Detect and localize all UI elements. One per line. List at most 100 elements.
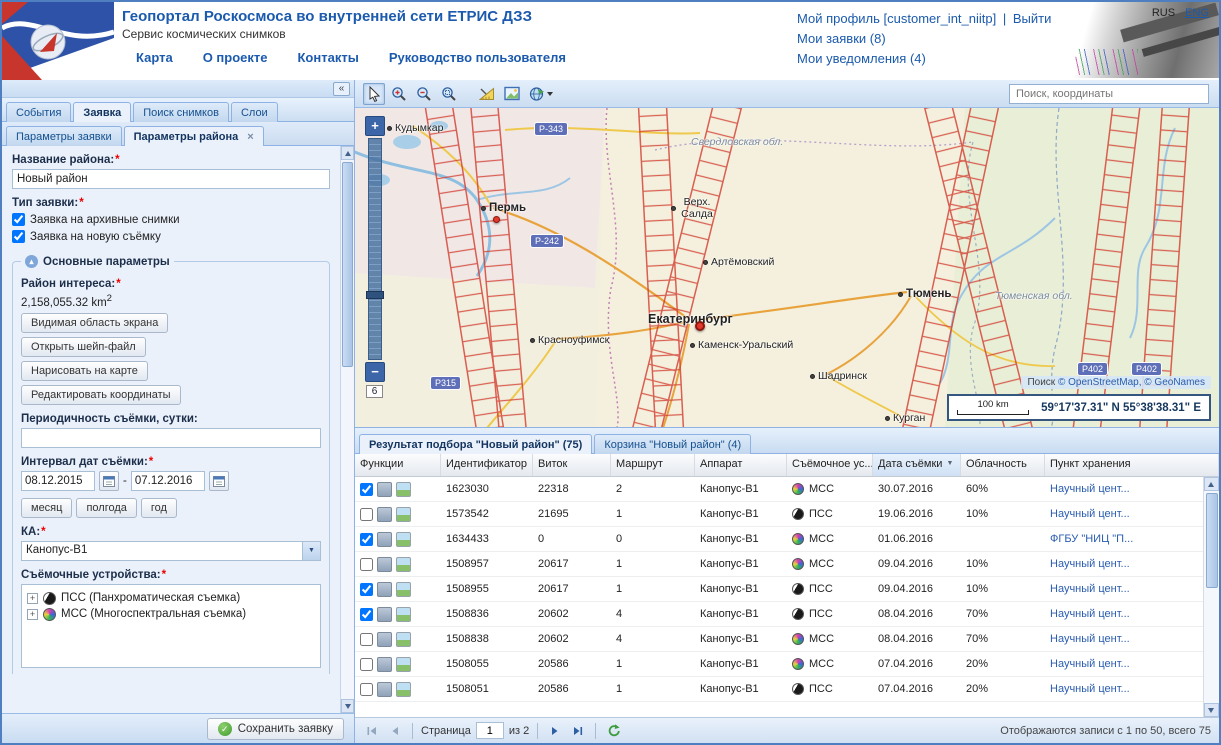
edit-coordinates-button[interactable]: Редактировать координаты bbox=[21, 385, 181, 405]
nav-about[interactable]: О проекте bbox=[203, 50, 268, 65]
row-select-checkbox[interactable] bbox=[360, 583, 373, 596]
column-identifier[interactable]: Идентификатор bbox=[441, 454, 533, 476]
osm-attribution-link[interactable]: © OpenStreetMap, bbox=[1058, 377, 1142, 388]
preview-icon[interactable] bbox=[396, 632, 411, 647]
my-notifications-link[interactable]: Мои уведомления (4) bbox=[797, 49, 926, 69]
scrollbar-thumb[interactable] bbox=[1206, 493, 1218, 588]
tab-layers[interactable]: Слои bbox=[231, 102, 278, 122]
table-row[interactable]: 1508051 20586 1 Канопус-В1 ПСС 07.04.201… bbox=[355, 677, 1203, 702]
archive-images-option[interactable]: Заявка на архивные снимки bbox=[12, 213, 330, 226]
metadata-icon[interactable] bbox=[377, 532, 392, 547]
tab-request[interactable]: Заявка bbox=[73, 102, 131, 122]
cell-storage-link[interactable]: Научный цент... bbox=[1045, 633, 1203, 645]
page-number-input[interactable] bbox=[476, 722, 504, 739]
metadata-icon[interactable] bbox=[377, 682, 392, 697]
zoom-slider-thumb[interactable] bbox=[366, 291, 384, 299]
archive-images-checkbox[interactable] bbox=[12, 213, 25, 226]
scroll-down-button[interactable] bbox=[341, 699, 354, 713]
save-request-button[interactable]: ✓ Сохранить заявку bbox=[207, 718, 344, 740]
tab-events[interactable]: События bbox=[6, 102, 71, 122]
geonames-attribution-link[interactable]: © GeoNames bbox=[1144, 377, 1205, 388]
column-cloudiness[interactable]: Облачность bbox=[961, 454, 1045, 476]
row-select-checkbox[interactable] bbox=[360, 533, 373, 546]
cell-storage-link[interactable]: Научный цент... bbox=[1045, 508, 1203, 520]
cell-storage-link[interactable]: ФГБУ "НИЦ "П... bbox=[1045, 533, 1203, 545]
swath-grid-tool-button[interactable] bbox=[501, 83, 523, 105]
row-select-checkbox[interactable] bbox=[360, 683, 373, 696]
metadata-icon[interactable] bbox=[377, 557, 392, 572]
draw-on-map-button[interactable]: Нарисовать на карте bbox=[21, 361, 148, 381]
expand-icon[interactable]: + bbox=[27, 593, 38, 604]
open-shapefile-button[interactable]: Открыть шейп-файл bbox=[21, 337, 146, 357]
preview-icon[interactable] bbox=[396, 682, 411, 697]
row-select-checkbox[interactable] bbox=[360, 558, 373, 571]
map-view[interactable]: Кудымкар Пермь Верх. Салда Артёмовский Е… bbox=[355, 108, 1219, 428]
zoom-out-tool-button[interactable] bbox=[413, 83, 435, 105]
cell-storage-link[interactable]: Научный цент... bbox=[1045, 683, 1203, 695]
column-sensor[interactable]: Съёмочное ус... bbox=[787, 454, 873, 476]
zoom-slider[interactable] bbox=[368, 138, 382, 360]
preview-icon[interactable] bbox=[396, 482, 411, 497]
row-select-checkbox[interactable] bbox=[360, 658, 373, 671]
row-select-checkbox[interactable] bbox=[360, 608, 373, 621]
grid-scrollbar[interactable] bbox=[1203, 477, 1219, 717]
zoom-out-button[interactable]: − bbox=[365, 362, 385, 382]
halfyear-shortcut-button[interactable]: полгода bbox=[76, 498, 136, 518]
ekaterinburg-marker[interactable] bbox=[695, 321, 705, 331]
first-page-button[interactable] bbox=[363, 722, 381, 740]
zoom-in-tool-button[interactable] bbox=[388, 83, 410, 105]
periodicity-input[interactable] bbox=[21, 428, 321, 448]
tab-search-results[interactable]: Результат подбора "Новый район" (75) bbox=[359, 434, 592, 454]
spacecraft-select[interactable]: Канопус-В1 ▼ bbox=[21, 541, 321, 561]
next-page-button[interactable] bbox=[546, 722, 564, 740]
table-row[interactable]: 1508957 20617 1 Канопус-В1 МСС 09.04.201… bbox=[355, 552, 1203, 577]
cell-storage-link[interactable]: Научный цент... bbox=[1045, 583, 1203, 595]
sidebar-scrollbar[interactable] bbox=[340, 146, 354, 713]
profile-link[interactable]: Мой профиль [customer_int_niitp] bbox=[797, 9, 996, 29]
subtab-request-params[interactable]: Параметры заявки bbox=[6, 126, 122, 146]
metadata-icon[interactable] bbox=[377, 632, 392, 647]
map-search-input[interactable] bbox=[1009, 84, 1209, 104]
select-tool-button[interactable] bbox=[363, 83, 385, 105]
column-satellite[interactable]: Аппарат bbox=[695, 454, 787, 476]
nav-map[interactable]: Карта bbox=[136, 50, 173, 65]
refresh-icon[interactable] bbox=[604, 722, 622, 740]
nav-contacts[interactable]: Контакты bbox=[298, 50, 359, 65]
my-requests-link[interactable]: Мои заявки (8) bbox=[797, 29, 886, 49]
date-to-input[interactable] bbox=[131, 471, 205, 491]
new-survey-checkbox[interactable] bbox=[12, 230, 25, 243]
column-date-sorted[interactable]: Дата съёмки▼ bbox=[873, 454, 961, 476]
preview-icon[interactable] bbox=[396, 657, 411, 672]
logout-link[interactable]: Выйти bbox=[1013, 9, 1052, 29]
table-row[interactable]: 1508055 20586 1 Канопус-В1 МСС 07.04.201… bbox=[355, 652, 1203, 677]
tab-cart[interactable]: Корзина "Новый район" (4) bbox=[594, 434, 751, 454]
cell-storage-link[interactable]: Научный цент... bbox=[1045, 558, 1203, 570]
prev-page-button[interactable] bbox=[386, 722, 404, 740]
close-icon[interactable]: × bbox=[247, 131, 253, 143]
table-row[interactable]: 1508836 20602 4 Канопус-В1 ПСС 08.04.201… bbox=[355, 602, 1203, 627]
column-orbit[interactable]: Виток bbox=[533, 454, 611, 476]
table-row[interactable]: 1508955 20617 1 Канопус-В1 ПСС 09.04.201… bbox=[355, 577, 1203, 602]
cell-storage-link[interactable]: Научный цент... bbox=[1045, 608, 1203, 620]
metadata-icon[interactable] bbox=[377, 657, 392, 672]
metadata-icon[interactable] bbox=[377, 507, 392, 522]
metadata-icon[interactable] bbox=[377, 582, 392, 597]
date-to-calendar-button[interactable] bbox=[209, 471, 229, 491]
month-shortcut-button[interactable]: месяц bbox=[21, 498, 72, 518]
chevron-down-icon[interactable]: ▼ bbox=[302, 542, 320, 560]
perm-marker[interactable] bbox=[493, 216, 500, 223]
scroll-down-button[interactable] bbox=[1204, 703, 1219, 717]
year-shortcut-button[interactable]: год bbox=[141, 498, 177, 518]
preview-icon[interactable] bbox=[396, 507, 411, 522]
metadata-icon[interactable] bbox=[377, 482, 392, 497]
cell-storage-link[interactable]: Научный цент... bbox=[1045, 483, 1203, 495]
scroll-up-button[interactable] bbox=[341, 146, 354, 160]
measure-tool-button[interactable] bbox=[476, 83, 498, 105]
metadata-icon[interactable] bbox=[377, 607, 392, 622]
preview-icon[interactable] bbox=[396, 532, 411, 547]
column-storage[interactable]: Пункт хранения bbox=[1045, 454, 1219, 476]
expand-icon[interactable]: + bbox=[27, 609, 38, 620]
cell-storage-link[interactable]: Научный цент... bbox=[1045, 658, 1203, 670]
table-row[interactable]: 1623030 22318 2 Канопус-В1 МСС 30.07.201… bbox=[355, 477, 1203, 502]
device-item-mss[interactable]: + МСС (Многоспектральная съемка) bbox=[27, 608, 315, 621]
